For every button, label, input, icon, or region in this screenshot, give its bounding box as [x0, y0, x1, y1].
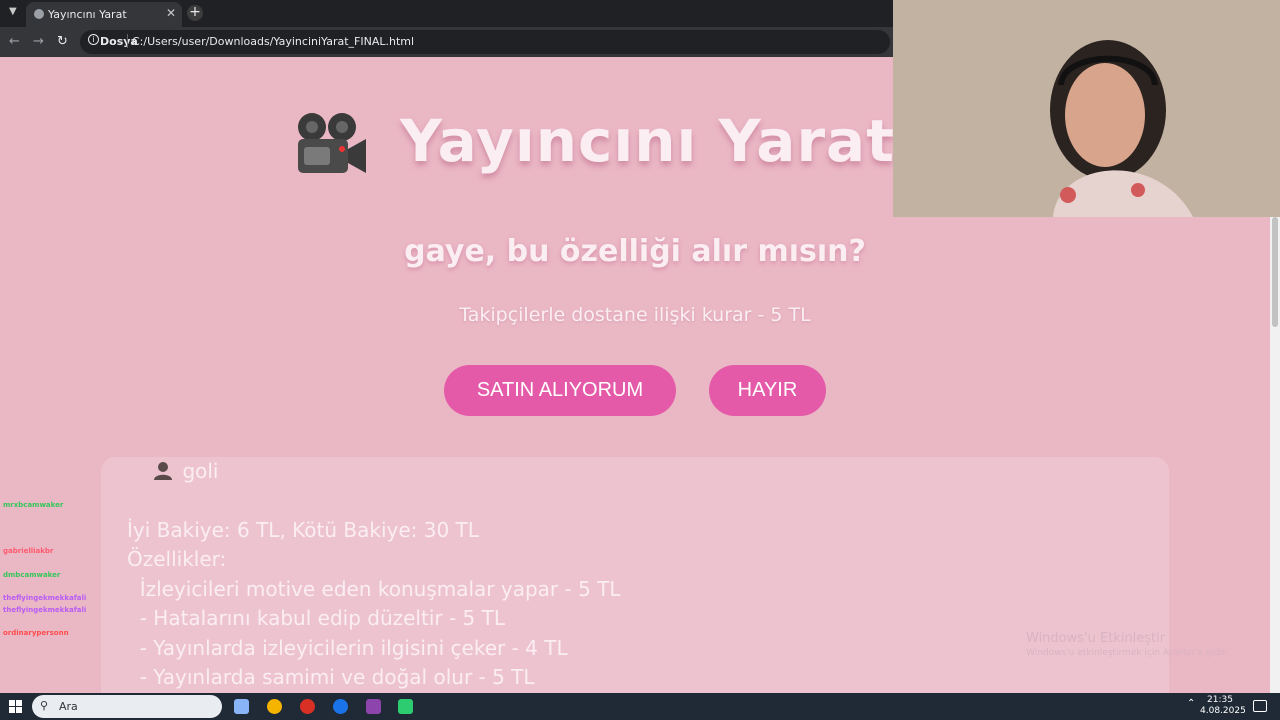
windows-start-icon[interactable] [9, 700, 22, 713]
character-name: goli [182, 458, 219, 483]
back-icon[interactable]: ← [9, 34, 20, 49]
offer-description: Takipçilerle dostane ilişki kurar - 5 TL [459, 304, 811, 326]
offer-question: gaye, bu özelliği alır mısın? [404, 234, 866, 269]
buy-button[interactable]: SATIN ALIYORUM [444, 365, 676, 416]
omnibox-divider [127, 34, 128, 48]
forward-icon[interactable]: → [33, 34, 44, 49]
search-placeholder: Ara [59, 700, 78, 713]
browser-tab[interactable]: Yayıncını Yarat ✕ [26, 2, 182, 27]
notification-icon[interactable] [1253, 700, 1267, 712]
webcam-overlay [893, 0, 1280, 217]
close-icon[interactable]: ✕ [166, 6, 176, 20]
tab-title: Yayıncını Yarat [48, 8, 127, 21]
movie-camera-icon [298, 113, 366, 173]
opera-icon[interactable] [300, 699, 315, 714]
chat-message: gabrielliakbr [3, 547, 54, 556]
webcam-image [893, 0, 1280, 217]
tray-chevron-icon[interactable]: ⌃ [1187, 698, 1195, 709]
chat-message: theflyingekmekkafali [3, 605, 87, 614]
info-icon[interactable]: i [88, 34, 99, 45]
decline-button[interactable]: HAYIR [709, 365, 826, 416]
clock-date: 4.08.2025 [1200, 706, 1246, 716]
person-icon [154, 461, 173, 480]
stream-chat-overlay: mrxbcamwaker gabrielliakbr dmbcamwaker t… [3, 488, 233, 640]
clock-time: 21:35 [1207, 695, 1233, 705]
chat-message: theflyingekmekkafali [3, 594, 87, 603]
chrome-active-icon[interactable] [333, 699, 348, 714]
chat-message: dmbcamwaker [3, 570, 61, 579]
chat-message: ordinarypersonn [3, 629, 69, 638]
app-icon[interactable] [398, 699, 413, 714]
page-title: Yayıncını Yarat [400, 107, 895, 175]
search-icon: ⚲ [40, 699, 49, 712]
discord-icon[interactable] [366, 699, 381, 714]
chat-message: mrxbcamwaker [3, 500, 64, 509]
file-explorer-icon[interactable] [234, 699, 249, 714]
address-bar[interactable]: i Dosya C:/Users/user/Downloads/Yayincin… [80, 30, 890, 54]
taskbar-search[interactable]: ⚲ Ara [32, 695, 222, 718]
globe-icon [34, 9, 44, 19]
taskbar: ⚲ Ara ⌃ 21:35 4.08.2025 [0, 693, 1280, 720]
activation-watermark-text: Windows'u etkinleştirmek için Ayarlar'a … [1026, 648, 1231, 658]
scrollbar-thumb[interactable] [1272, 217, 1278, 327]
reload-icon[interactable]: ↻ [57, 34, 68, 49]
url-text: C:/Users/user/Downloads/YayinciniYarat_F… [132, 35, 415, 48]
clock[interactable]: 21:35 4.08.2025 [1200, 695, 1246, 717]
activation-watermark-title: Windows'u Etkinleştir [1026, 631, 1166, 646]
tab-search-chevron-icon[interactable]: ▼ [9, 6, 17, 17]
new-tab-button[interactable]: + [187, 5, 203, 21]
chrome-icon[interactable] [267, 699, 282, 714]
feature-item: - Yayınlarda samimi ve doğal olur - 5 TL [127, 665, 535, 689]
